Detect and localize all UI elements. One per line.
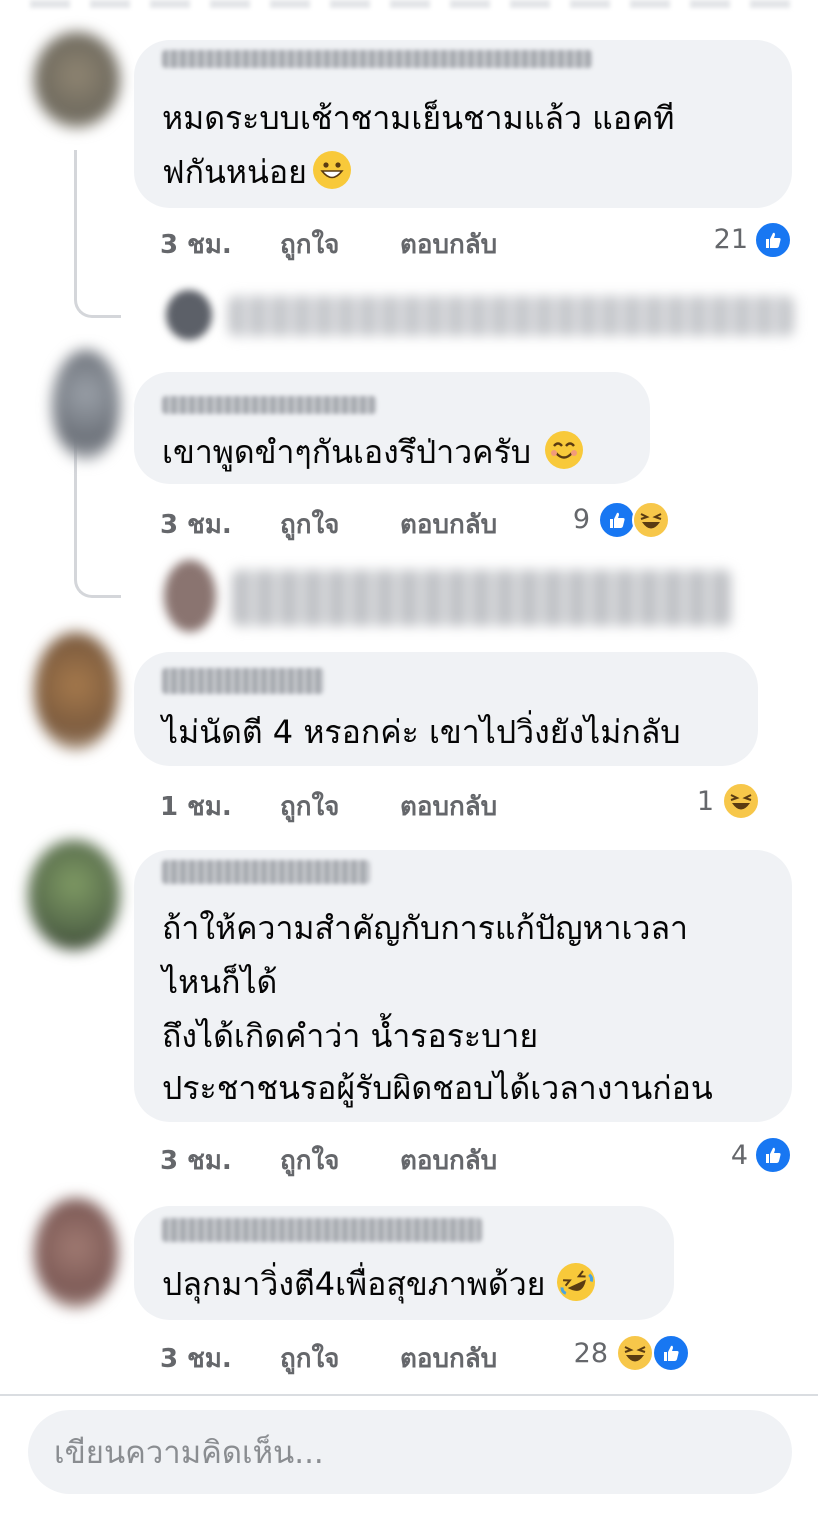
reaction-count[interactable]: 4 bbox=[714, 1140, 748, 1171]
reaction-count[interactable]: 9 bbox=[560, 504, 590, 535]
like-button[interactable]: ถูกใจ bbox=[280, 786, 339, 827]
reply-button[interactable]: ตอบกลับ bbox=[400, 224, 497, 265]
reply-avatar bbox=[166, 290, 212, 340]
like-button[interactable]: ถูกใจ bbox=[280, 224, 339, 265]
avatar[interactable] bbox=[34, 1198, 118, 1308]
like-button[interactable]: ถูกใจ bbox=[280, 504, 339, 545]
comment-text-line: เขาพูดขำๆกันเองรึป่าวครับ bbox=[162, 428, 584, 476]
grinning-face-icon bbox=[312, 151, 351, 189]
avatar[interactable] bbox=[28, 840, 120, 950]
comment-composer[interactable] bbox=[28, 1410, 792, 1496]
divider bbox=[0, 1394, 818, 1396]
comment-text-fragment: ฟกันหน่อย bbox=[162, 153, 307, 191]
author-name-redacted[interactable] bbox=[162, 668, 324, 694]
like-button[interactable]: ถูกใจ bbox=[280, 1140, 339, 1181]
reply-button[interactable]: ตอบกลับ bbox=[400, 1338, 497, 1379]
author-name-redacted[interactable] bbox=[162, 860, 370, 884]
reply-button[interactable]: ตอบกลับ bbox=[400, 786, 497, 827]
comment-text-line: ไม่นัดตี 4 หรอกค่ะ เขาไปวิ่งยังไม่กลับ bbox=[162, 713, 681, 751]
haha-reaction-icon bbox=[616, 1334, 654, 1372]
author-name-redacted[interactable] bbox=[162, 1218, 482, 1242]
smiling-face-icon bbox=[545, 431, 584, 469]
haha-reaction-icon bbox=[632, 501, 670, 539]
comment-text-fragment: ปลุกมาวิ่งตี4เพื่อสุขภาพด้วย bbox=[162, 1265, 546, 1303]
like-reaction-icon bbox=[652, 1334, 690, 1372]
author-name-redacted[interactable] bbox=[162, 50, 592, 68]
comment-time[interactable]: 1 ชม. bbox=[160, 786, 232, 827]
comment-text-line: ปลุกมาวิ่งตี4เพื่อสุขภาพด้วย bbox=[162, 1256, 602, 1308]
collapsed-reply-preview[interactable] bbox=[228, 296, 794, 336]
comment-text-line: ประชาชนรอผู้รับผิดชอบได้เวลางานก่อน bbox=[162, 1069, 713, 1107]
reply-avatar bbox=[164, 560, 216, 632]
collapsed-reply-preview[interactable] bbox=[232, 570, 732, 626]
comment-time[interactable]: 3 ชม. bbox=[160, 1140, 232, 1181]
comment-text-line: ถึงได้เกิดคำว่า น้ำรอระบาย bbox=[162, 1017, 539, 1055]
reaction-count[interactable]: 21 bbox=[690, 224, 748, 255]
rolling-laughing-face-icon bbox=[551, 1256, 602, 1308]
comment-time[interactable]: 3 ชม. bbox=[160, 504, 232, 545]
avatar[interactable] bbox=[34, 632, 118, 750]
like-reaction-icon bbox=[754, 1136, 792, 1174]
comment-text-line: หมดระบบเช้าชามเย็นชามแล้ว แอคที bbox=[162, 99, 675, 137]
comment-text-line: ฟกันหน่อย bbox=[162, 148, 351, 196]
previous-content-strip bbox=[30, 0, 790, 8]
author-name-redacted[interactable] bbox=[162, 396, 376, 414]
avatar[interactable] bbox=[34, 32, 120, 128]
thread-line bbox=[74, 150, 121, 318]
comment-input[interactable] bbox=[52, 1410, 756, 1496]
comment-time[interactable]: 3 ชม. bbox=[160, 1338, 232, 1379]
reaction-count[interactable]: 28 bbox=[568, 1338, 608, 1369]
reply-button[interactable]: ตอบกลับ bbox=[400, 1140, 497, 1181]
comment-text-line: ไหนก็ได้ bbox=[162, 963, 278, 1001]
comment-time[interactable]: 3 ชม. bbox=[160, 224, 232, 265]
like-reaction-icon bbox=[754, 221, 792, 259]
reply-button[interactable]: ตอบกลับ bbox=[400, 504, 497, 545]
like-reaction-icon bbox=[598, 501, 636, 539]
comment-text-line: ถ้าให้ความสำคัญกับการแก้ปัญหาเวลา bbox=[162, 909, 689, 947]
reaction-count[interactable]: 1 bbox=[680, 786, 714, 817]
comment-text-fragment: เขาพูดขำๆกันเองรึป่าวครับ bbox=[162, 433, 532, 471]
like-button[interactable]: ถูกใจ bbox=[280, 1338, 339, 1379]
avatar[interactable] bbox=[52, 350, 120, 460]
haha-reaction-icon bbox=[722, 782, 760, 820]
